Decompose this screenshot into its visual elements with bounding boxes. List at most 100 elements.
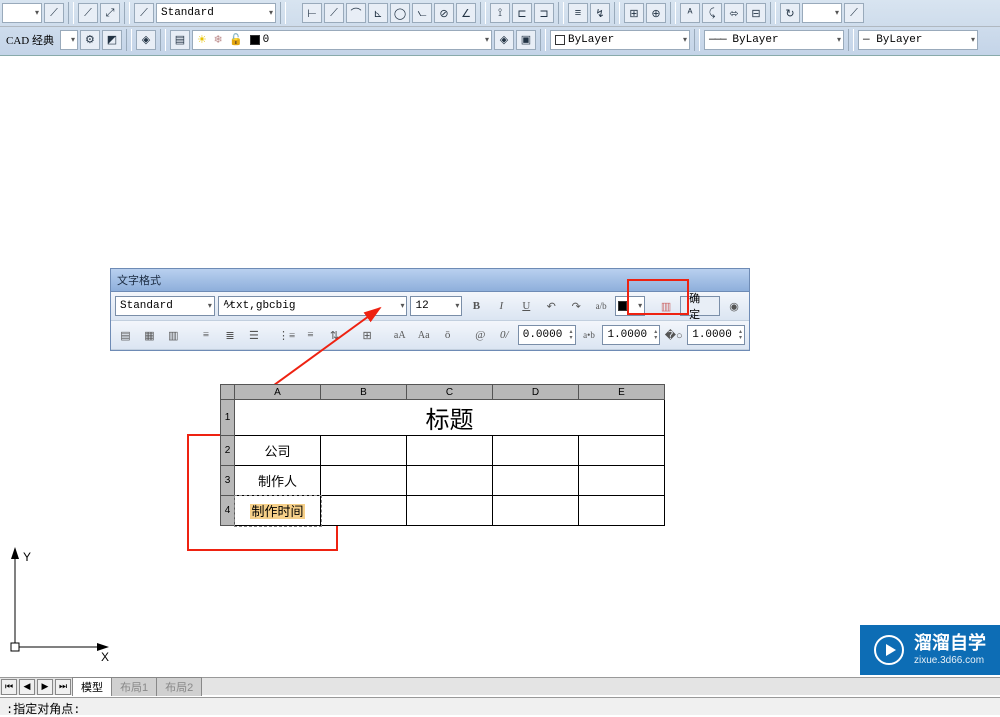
undo-button[interactable]: ↶ bbox=[540, 295, 562, 317]
italic-button[interactable]: I bbox=[490, 295, 512, 317]
tab-last-icon[interactable]: ⏭ bbox=[55, 679, 71, 695]
dim-radius-icon[interactable]: ◯ bbox=[390, 3, 410, 23]
dim-quick-icon[interactable]: ⟟ bbox=[490, 3, 510, 23]
cell-C2[interactable] bbox=[407, 436, 493, 466]
cell-A4-editing[interactable]: 制作时间 bbox=[235, 496, 321, 526]
center-mark-icon[interactable]: ⊕ bbox=[646, 3, 666, 23]
dim-aligned-icon[interactable]: ⟋ bbox=[324, 3, 344, 23]
cell-B4[interactable] bbox=[321, 496, 407, 526]
text-style-icon[interactable]: ⟋ bbox=[134, 3, 154, 23]
size-dropdown[interactable]: 12 bbox=[410, 296, 462, 316]
dim-break-icon[interactable]: ↯ bbox=[590, 3, 610, 23]
redo-button[interactable]: ↷ bbox=[565, 295, 587, 317]
linespace-icon[interactable]: ⇅ bbox=[324, 324, 345, 346]
dim-ordinate-icon[interactable]: ⊾ bbox=[368, 3, 388, 23]
row-4[interactable]: 4 bbox=[221, 496, 235, 526]
cell-B3[interactable] bbox=[321, 466, 407, 496]
drawing-canvas[interactable] bbox=[0, 60, 1000, 679]
align-tc-icon[interactable]: ▦ bbox=[139, 324, 160, 346]
style-small-drop[interactable] bbox=[2, 3, 42, 23]
cell-A2[interactable]: 公司 bbox=[235, 436, 321, 466]
layer-iso-icon[interactable]: ▣ bbox=[516, 30, 536, 50]
workspace-settings-icon[interactable]: ⚙ bbox=[80, 30, 100, 50]
cell-E4[interactable] bbox=[579, 496, 665, 526]
layer-previous-icon[interactable]: ◈ bbox=[494, 30, 514, 50]
layer-dropdown[interactable]: ☀ ❄ 🔓 0 bbox=[192, 30, 492, 50]
tab-layout1[interactable]: 布局1 bbox=[111, 677, 157, 696]
lowercase-icon[interactable]: Aa bbox=[413, 324, 434, 346]
width-spin[interactable]: 1.0000 bbox=[687, 325, 745, 345]
bullet-icon[interactable]: ⋮≡ bbox=[276, 324, 297, 346]
justify-center-icon[interactable]: ≣ bbox=[220, 324, 241, 346]
tab-next-icon[interactable]: ▶ bbox=[37, 679, 53, 695]
dim-edit-icon[interactable]: ⤢ bbox=[100, 3, 120, 23]
tab-layout2[interactable]: 布局2 bbox=[156, 677, 202, 696]
justify-left-icon[interactable]: ≡ bbox=[196, 324, 217, 346]
dim-space-icon[interactable]: ≡ bbox=[568, 3, 588, 23]
dim-baseline-icon[interactable]: ⊏ bbox=[512, 3, 532, 23]
tab-prev-icon[interactable]: ◀ bbox=[19, 679, 35, 695]
font-dropdown[interactable]: ᴬ̷ txt,gbcbig bbox=[218, 296, 408, 316]
dim-edit2-icon[interactable]: ⬄ bbox=[724, 3, 744, 23]
color-dropdown[interactable]: ByLayer bbox=[550, 30, 690, 50]
cell-D2[interactable] bbox=[493, 436, 579, 466]
dim-angular-icon[interactable]: ∠ bbox=[456, 3, 476, 23]
col-E[interactable]: E bbox=[579, 385, 665, 400]
dim-linear-icon[interactable]: ⊢ bbox=[302, 3, 322, 23]
cell-B2[interactable] bbox=[321, 436, 407, 466]
col-C[interactable]: C bbox=[407, 385, 493, 400]
lineweight-dropdown[interactable]: — ByLayer bbox=[858, 30, 978, 50]
underline-button[interactable]: U bbox=[515, 295, 537, 317]
layer-manager-icon[interactable]: ▤ bbox=[170, 30, 190, 50]
tracking-icon[interactable]: a•b bbox=[579, 324, 600, 346]
overline-icon[interactable]: ō bbox=[437, 324, 458, 346]
cad-table[interactable]: A B C D E 1 标题 2 公司 3 制作人 4 制作时间 bbox=[220, 384, 665, 526]
workspace-dropdown[interactable] bbox=[60, 30, 78, 50]
stack-button[interactable]: a/b bbox=[590, 295, 612, 317]
col-D[interactable]: D bbox=[493, 385, 579, 400]
cell-C4[interactable] bbox=[407, 496, 493, 526]
row-2[interactable]: 2 bbox=[221, 436, 235, 466]
cell-D4[interactable] bbox=[493, 496, 579, 526]
dim-arc-icon[interactable]: ⌒ bbox=[346, 3, 366, 23]
inspect-icon[interactable]: ᴬ bbox=[680, 3, 700, 23]
dim-style-drop[interactable] bbox=[802, 3, 842, 23]
cell-A3[interactable]: 制作人 bbox=[235, 466, 321, 496]
dim-style-2-icon[interactable]: ⟋ bbox=[78, 3, 98, 23]
dim-style-icon[interactable]: ⟋ bbox=[44, 3, 64, 23]
ruler-icon[interactable]: ▥ bbox=[655, 295, 677, 317]
row-1[interactable]: 1 bbox=[221, 400, 235, 436]
cell-C3[interactable] bbox=[407, 466, 493, 496]
dim-diameter-icon[interactable]: ⊘ bbox=[434, 3, 454, 23]
text-style-dropdown[interactable]: Standard bbox=[115, 296, 215, 316]
col-A[interactable]: A bbox=[235, 385, 321, 400]
tab-first-icon[interactable]: ⏮ bbox=[1, 679, 17, 695]
cell-E2[interactable] bbox=[579, 436, 665, 466]
align-tr-icon[interactable]: ▥ bbox=[163, 324, 184, 346]
number-icon[interactable]: ≡ bbox=[300, 324, 321, 346]
field-icon[interactable]: ⊞ bbox=[357, 324, 378, 346]
options-button[interactable]: ◉ bbox=[723, 295, 745, 317]
bold-button[interactable]: B bbox=[465, 295, 487, 317]
symbol-icon[interactable]: @ bbox=[470, 324, 491, 346]
tracking-spin[interactable]: 1.0000 bbox=[602, 325, 660, 345]
uppercase-icon[interactable]: aA bbox=[389, 324, 410, 346]
style-dropdown[interactable]: Standard bbox=[156, 3, 276, 23]
oblique-icon[interactable]: 0/ bbox=[494, 324, 515, 346]
dim-tedit-icon[interactable]: ⊟ bbox=[746, 3, 766, 23]
dim-update-icon[interactable]: ↻ bbox=[780, 3, 800, 23]
tolerance-icon[interactable]: ⊞ bbox=[624, 3, 644, 23]
dim-override-icon[interactable]: ⟋ bbox=[844, 3, 864, 23]
width-factor-icon[interactable]: �○ bbox=[663, 324, 684, 346]
tab-model[interactable]: 模型 bbox=[72, 677, 112, 696]
cell-E3[interactable] bbox=[579, 466, 665, 496]
workspace-gear-icon[interactable]: ◩ bbox=[102, 30, 122, 50]
command-line[interactable]: :指定对角点: bbox=[0, 697, 1000, 715]
text-color-dropdown[interactable] bbox=[615, 296, 645, 316]
col-B[interactable]: B bbox=[321, 385, 407, 400]
layer-states-icon[interactable]: ◈ bbox=[136, 30, 156, 50]
align-tl-icon[interactable]: ▤ bbox=[115, 324, 136, 346]
oblique-spin[interactable]: 0.0000 bbox=[518, 325, 576, 345]
dim-jogged-icon[interactable]: ⦦ bbox=[412, 3, 432, 23]
ok-button[interactable]: 确定 bbox=[680, 296, 720, 316]
